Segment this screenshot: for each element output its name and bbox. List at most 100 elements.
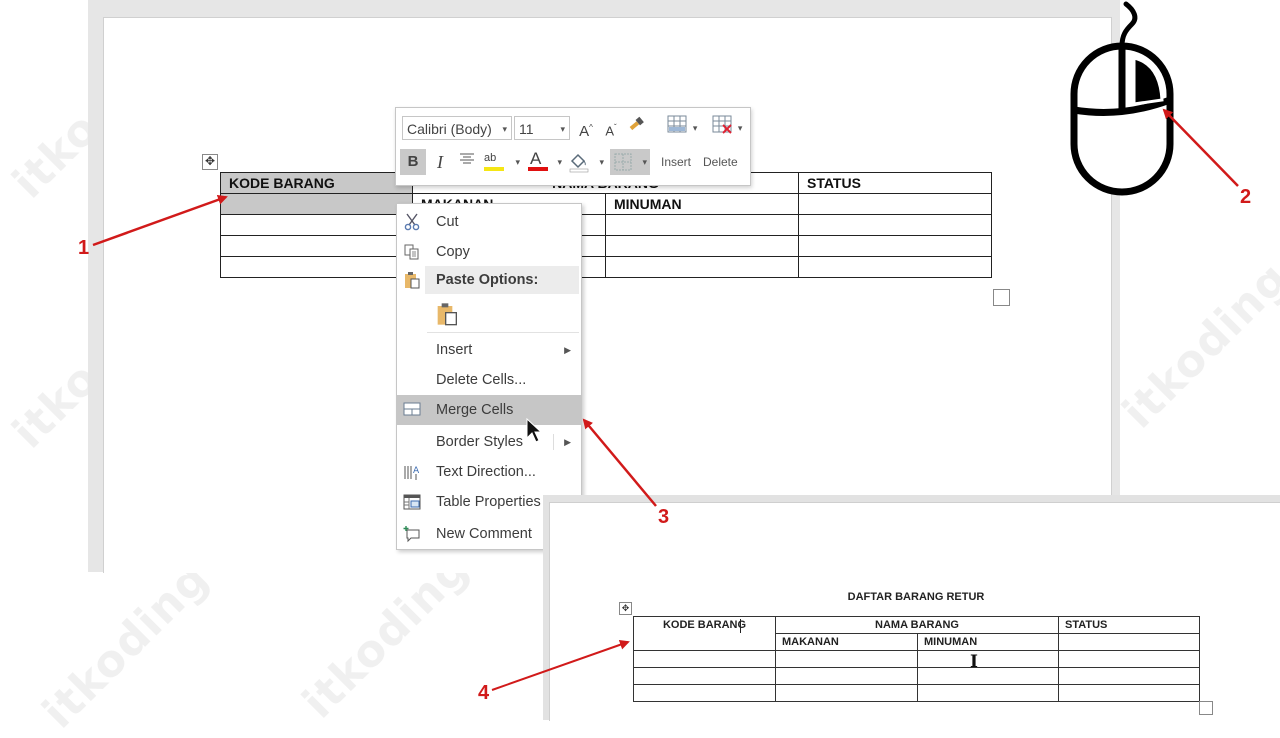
- font-color-button[interactable]: A ▾: [526, 149, 562, 175]
- table-properties-icon: [403, 494, 421, 510]
- highlight-button[interactable]: ab ▾: [482, 149, 520, 175]
- table-resize-handle[interactable]: [1199, 701, 1213, 715]
- table-cell[interactable]: [220, 214, 413, 236]
- annotation-label-2: 2: [1240, 186, 1252, 208]
- watermark: itkoding: [1112, 252, 1280, 439]
- font-color-swatch: [528, 167, 548, 171]
- annotation-label-4: 4: [478, 682, 490, 704]
- mouse-right-click-icon: [1070, 1, 1174, 196]
- bold-button[interactable]: B: [400, 149, 426, 175]
- watermark: itkoding: [32, 552, 219, 738]
- divider: [553, 434, 554, 450]
- table-cell[interactable]: [605, 235, 799, 257]
- document-page: [103, 17, 1112, 573]
- highlight-color-swatch: [484, 167, 504, 171]
- new-comment-icon: [403, 526, 420, 543]
- menu-item-insert[interactable]: Insert ▶: [397, 336, 581, 364]
- chevron-down-icon: ▾: [557, 157, 562, 167]
- table-cell-kode-barang-merged[interactable]: KODE BARANG: [633, 616, 776, 651]
- menu-item-cut[interactable]: Cut: [397, 208, 581, 236]
- table-cell[interactable]: [775, 667, 918, 685]
- table-cell-status[interactable]: STATUS: [1058, 616, 1200, 634]
- chevron-down-icon: ▾: [515, 157, 520, 167]
- table-cell[interactable]: [633, 684, 776, 702]
- font-name-value: Calibri (Body): [407, 121, 492, 137]
- chevron-down-icon: ▾: [502, 124, 507, 134]
- step4-table: KODE BARANG NAMA BARANG STATUS MAKANAN M…: [633, 616, 1200, 702]
- submenu-arrow-icon: ▶: [564, 437, 571, 447]
- merge-cells-icon: [403, 402, 421, 416]
- shading-button[interactable]: ▾: [568, 149, 604, 175]
- table-cell[interactable]: [1058, 667, 1200, 685]
- table-cell[interactable]: [1058, 633, 1200, 651]
- menu-item-merge-cells[interactable]: Merge Cells: [397, 395, 581, 425]
- step1-table: KODE BARANG NAMA BARANG STATUS MAKANAN M…: [220, 172, 992, 278]
- copy-icon: [404, 244, 419, 260]
- table-cell-minuman[interactable]: MINUMAN: [917, 633, 1059, 651]
- table-move-handle-icon[interactable]: ✥: [202, 154, 218, 170]
- table-cell-minuman[interactable]: MINUMAN: [605, 193, 799, 215]
- center-align-button[interactable]: [456, 149, 478, 175]
- text-direction-icon: A: [404, 466, 420, 480]
- shrink-font-button[interactable]: Aˇ: [601, 115, 621, 141]
- table-cell-nama-barang[interactable]: NAMA BARANG: [775, 616, 1059, 634]
- font-name-dropdown[interactable]: Calibri (Body) ▾: [402, 116, 512, 140]
- delete-table-button[interactable]: ▾: [708, 115, 746, 141]
- table-cell[interactable]: [1058, 684, 1200, 702]
- shading-bucket-icon: [569, 153, 589, 173]
- table-cell-selected[interactable]: [220, 193, 413, 215]
- delete-button[interactable]: Delete: [703, 155, 738, 169]
- table-cell[interactable]: [917, 650, 1059, 668]
- insert-button[interactable]: Insert: [661, 155, 691, 169]
- submenu-arrow-icon: ▶: [564, 345, 571, 355]
- table-cell-kode-barang[interactable]: KODE BARANG: [220, 172, 413, 194]
- format-painter-button[interactable]: [626, 115, 648, 141]
- borders-button[interactable]: ▾: [610, 149, 650, 175]
- table-cell[interactable]: [798, 193, 992, 215]
- menu-separator: [427, 332, 579, 333]
- table-cell[interactable]: [798, 235, 992, 257]
- annotation-label-3: 3: [658, 506, 670, 528]
- menu-item-copy[interactable]: Copy: [397, 238, 581, 266]
- table-cell[interactable]: [917, 667, 1059, 685]
- table-cell[interactable]: [775, 650, 918, 668]
- paste-keep-source-icon: [437, 303, 457, 326]
- table-cell[interactable]: [220, 235, 413, 257]
- table-cell[interactable]: [633, 650, 776, 668]
- insert-table-button[interactable]: ▾: [662, 115, 702, 141]
- annotation-label-1: 1: [78, 237, 90, 259]
- menu-header-paste-options: Paste Options:: [397, 266, 581, 294]
- text-caret: [740, 619, 741, 633]
- table-cell-makanan[interactable]: MAKANAN: [775, 633, 918, 651]
- table-delete-icon: [712, 115, 732, 134]
- grow-font-button[interactable]: A^: [576, 115, 596, 141]
- paste-keep-source-button[interactable]: [397, 298, 581, 330]
- table-insert-icon: [667, 115, 687, 133]
- format-painter-icon: [629, 116, 644, 131]
- table-cell[interactable]: [633, 667, 776, 685]
- font-size-value: 11: [519, 121, 534, 137]
- table-cell[interactable]: [917, 684, 1059, 702]
- italic-button[interactable]: I: [430, 149, 450, 175]
- table-move-handle-icon[interactable]: ✥: [619, 602, 632, 615]
- mini-toolbar: Calibri (Body) ▾ 11 ▾ A^ Aˇ ▾ ▾ B I ab ▾…: [395, 107, 751, 186]
- document-title: DAFTAR BARANG RETUR: [847, 591, 985, 603]
- table-cell[interactable]: [605, 256, 799, 278]
- table-cell[interactable]: [605, 214, 799, 236]
- table-cell[interactable]: [220, 256, 413, 278]
- table-cell[interactable]: [1058, 650, 1200, 668]
- borders-icon: [614, 153, 632, 171]
- table-cell[interactable]: [775, 684, 918, 702]
- table-cell[interactable]: [798, 256, 992, 278]
- menu-item-text-direction[interactable]: A Text Direction...: [397, 458, 581, 486]
- mouse-pointer-icon: [526, 418, 542, 443]
- table-cell-status[interactable]: STATUS: [798, 172, 992, 194]
- scissors-icon: [404, 213, 420, 231]
- align-center-icon: [460, 153, 474, 164]
- chevron-down-icon: ▾: [560, 124, 565, 134]
- menu-item-delete-cells[interactable]: Delete Cells...: [397, 366, 581, 394]
- table-resize-handle[interactable]: [993, 289, 1010, 306]
- table-cell[interactable]: [798, 214, 992, 236]
- menu-item-border-styles[interactable]: Border Styles ▶: [397, 428, 581, 456]
- font-size-dropdown[interactable]: 11 ▾: [514, 116, 570, 140]
